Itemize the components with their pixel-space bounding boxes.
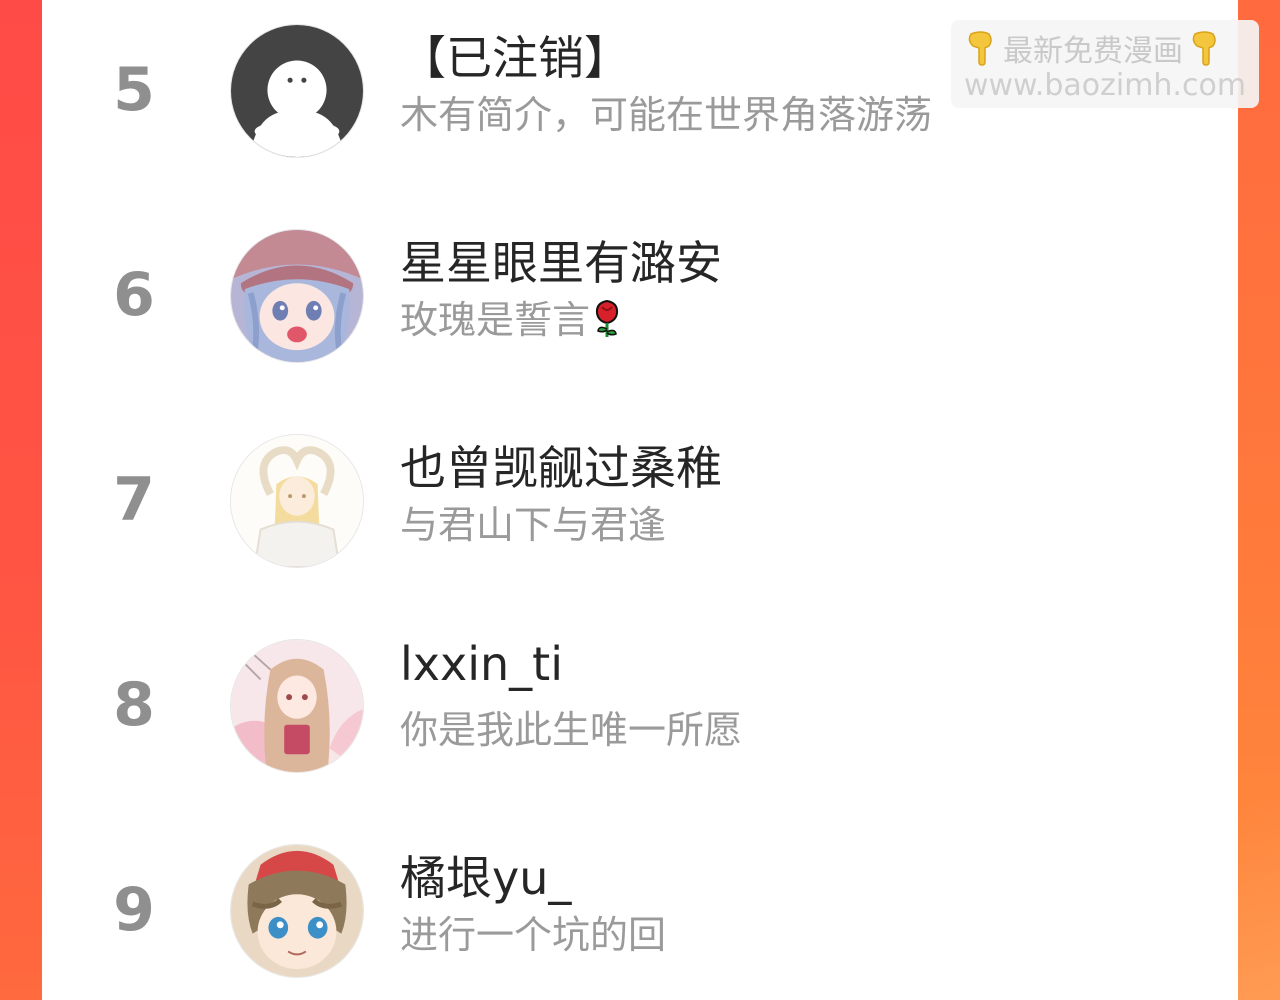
- right-background-edge: [1238, 0, 1280, 1000]
- pointing-down-hand-icon: [1189, 30, 1221, 66]
- user-bio: 木有简介，可能在世界角落游荡: [400, 93, 933, 137]
- user-bio: 与君山下与君逢: [400, 503, 667, 547]
- avatar[interactable]: [230, 229, 364, 363]
- rose-icon: [592, 297, 622, 348]
- ranking-row[interactable]: 7 也曾觊觎过桑稚 与君山下与君逢: [42, 410, 1238, 590]
- user-name[interactable]: 星星眼里有潞安: [400, 227, 722, 293]
- avatar[interactable]: [230, 24, 364, 158]
- rank-number: 7: [113, 465, 155, 535]
- ranking-panel: 5 【已注销】 木有简介，可能在世界角落游荡 6 星星眼里有潞安 玫瑰是誓言 7…: [42, 0, 1238, 1000]
- avatar[interactable]: [230, 639, 364, 773]
- avatar[interactable]: [230, 844, 364, 978]
- background-fold: [1238, 800, 1280, 1000]
- user-name[interactable]: 【已注销】: [400, 22, 630, 88]
- left-background-edge: [0, 0, 42, 1000]
- user-name[interactable]: 橘垠yu_: [400, 842, 571, 908]
- user-name[interactable]: lxxin_ti: [400, 637, 563, 691]
- watermark-url: www.baozimh.com: [963, 68, 1247, 103]
- rank-number: 9: [113, 875, 155, 945]
- user-bio: 玫瑰是誓言: [400, 289, 622, 348]
- anime-boy-avatar: [231, 845, 363, 977]
- watermark: 最新免费漫画 www.baozimh.com: [951, 20, 1259, 108]
- pointing-down-hand-icon: [965, 30, 997, 66]
- user-bio: 你是我此生唯一所愿: [400, 708, 743, 752]
- user-bio: 进行一个坑的回: [400, 913, 667, 957]
- rank-number: 8: [113, 670, 155, 740]
- default-user-icon: [231, 25, 363, 157]
- anime-girl-heart-pose-avatar: [231, 435, 363, 567]
- ranking-row[interactable]: 6 星星眼里有潞安 玫瑰是誓言: [42, 205, 1238, 385]
- ranking-row[interactable]: 8 lxxin_ti 你是我此生唯一所愿: [42, 615, 1238, 795]
- user-name[interactable]: 也曾觊觎过桑稚: [400, 432, 722, 498]
- watermark-line1: 最新免费漫画: [965, 30, 1221, 69]
- rank-number: 6: [113, 260, 155, 330]
- watermark-text: 最新免费漫画: [1003, 34, 1183, 69]
- anime-girl-pink-avatar: [231, 640, 363, 772]
- ranking-row[interactable]: 9 橘垠yu_ 进行一个坑的回: [42, 820, 1238, 1000]
- rank-number: 5: [113, 55, 155, 125]
- user-bio-text: 玫瑰是誓言: [400, 298, 591, 342]
- avatar[interactable]: [230, 434, 364, 568]
- anime-girl-cap-avatar: [231, 230, 363, 362]
